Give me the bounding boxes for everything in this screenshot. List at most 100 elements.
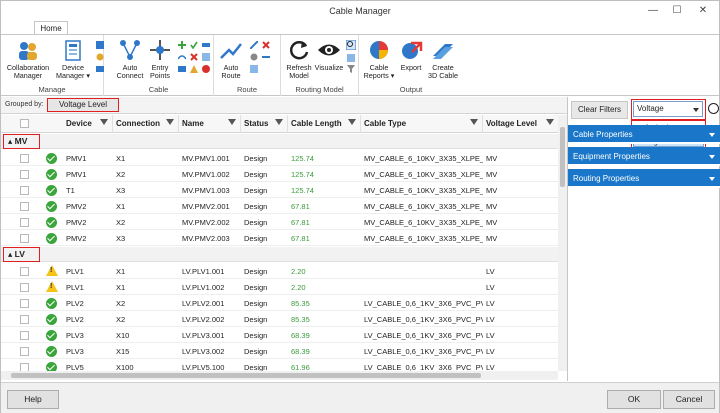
grouped-by-label: Grouped by: bbox=[5, 101, 44, 108]
vertical-scroll-thumb[interactable] bbox=[560, 127, 565, 187]
layers-small-icon[interactable] bbox=[347, 54, 355, 62]
export-button[interactable]: Export bbox=[397, 38, 425, 72]
filter-icon[interactable] bbox=[275, 119, 283, 125]
cable-reports-button[interactable]: Cable Reports ▾ bbox=[363, 38, 395, 80]
select-all-checkbox[interactable] bbox=[20, 119, 29, 128]
table-row[interactable]: PMV2 X3 MV.PMV2.003 Design 67.81 MV_CABLE_6_1… bbox=[1, 231, 561, 246]
list-small-icon[interactable] bbox=[96, 65, 104, 73]
panel-routing-properties[interactable]: Routing Properties bbox=[568, 169, 720, 188]
filter-icon[interactable] bbox=[228, 119, 236, 125]
visualize-button[interactable]: Visualize bbox=[313, 38, 345, 72]
ribbon-group-cable: Auto Connect Entry Points Cable bbox=[104, 35, 214, 96]
group-label[interactable]: ▴ LV bbox=[3, 247, 40, 262]
filter-icon[interactable] bbox=[546, 119, 554, 125]
edit-small-icon[interactable] bbox=[202, 53, 210, 61]
col-status[interactable]: Status bbox=[241, 115, 288, 133]
table-row[interactable]: PMV2 X2 MV.PMV2.002 Design 67.81 MV_CABLE_6_1… bbox=[1, 215, 561, 230]
view-select[interactable]: Voltage bbox=[633, 101, 703, 117]
route-check-small-icon[interactable] bbox=[250, 65, 258, 73]
clear-filters-button[interactable]: Clear Filters bbox=[571, 101, 628, 119]
collaboration-manager-button[interactable]: Collaboration Manager bbox=[5, 38, 51, 80]
route-settings-small-icon[interactable] bbox=[250, 53, 258, 61]
table-row[interactable]: ! PLV1 X1 LV.PLV1.002 Design 2.20 LV bbox=[1, 280, 561, 295]
col-device[interactable]: Device bbox=[63, 115, 113, 133]
row-checkbox[interactable] bbox=[20, 315, 29, 324]
row-checkbox[interactable] bbox=[20, 154, 29, 163]
cell-type: MV_CABLE_6_10KV_3X35_XLPE_PVC bbox=[364, 186, 483, 195]
row-checkbox[interactable] bbox=[20, 331, 29, 340]
link-small-icon[interactable] bbox=[202, 41, 210, 49]
chevron-down-icon bbox=[693, 108, 699, 112]
col-cable-type[interactable]: Cable Type bbox=[361, 115, 483, 133]
route-delete-small-icon[interactable] bbox=[262, 41, 270, 49]
close-icon[interactable]: ✕ bbox=[689, 1, 717, 21]
col-cable-length[interactable]: Cable Length bbox=[288, 115, 361, 133]
filter-small-icon[interactable] bbox=[347, 65, 355, 73]
filter-icon[interactable] bbox=[470, 119, 478, 125]
grid-small-icon[interactable] bbox=[96, 41, 104, 49]
table-row[interactable]: PLV3 X10 LV.PLV3.001 Design 68.39 LV_CABLE_0,… bbox=[1, 328, 561, 343]
refresh-model-button[interactable]: Refresh Model bbox=[284, 38, 314, 80]
maximize-icon[interactable]: ☐ bbox=[663, 1, 691, 21]
filter-icon[interactable] bbox=[348, 119, 356, 125]
row-checkbox[interactable] bbox=[20, 170, 29, 179]
group-row-lv[interactable]: ▴ LV bbox=[1, 247, 561, 262]
table-row[interactable]: ! PLV1 X1 LV.PLV1.001 Design 2.20 LV bbox=[1, 264, 561, 279]
cancel-button[interactable]: Cancel bbox=[663, 390, 715, 409]
delete-small-icon[interactable] bbox=[190, 53, 198, 61]
gear-small-icon[interactable] bbox=[96, 53, 104, 61]
visibility-icon[interactable] bbox=[708, 103, 719, 114]
table-row[interactable]: PLV3 X15 LV.PLV3.002 Design 68.39 LV_CABLE_0,… bbox=[1, 344, 561, 359]
zoom-small-icon[interactable] bbox=[346, 40, 356, 50]
tag-small-icon[interactable] bbox=[178, 65, 186, 73]
group-name: MV bbox=[14, 136, 28, 146]
table-row[interactable]: PLV5 X100 LV.PLV5.100 Design 61.96 LV_CABLE_0… bbox=[1, 360, 561, 371]
table-row[interactable]: PMV2 X1 MV.PMV2.001 Design 67.81 MV_CABLE_6_1… bbox=[1, 199, 561, 214]
warning-small-icon[interactable] bbox=[190, 65, 198, 73]
horizontal-scrollbar[interactable] bbox=[1, 371, 558, 380]
col-connection[interactable]: Connection bbox=[113, 115, 179, 133]
check-small-icon[interactable] bbox=[190, 41, 198, 49]
table-row[interactable]: PMV1 X1 MV.PMV1.001 Design 125.74 MV_CABLE_6_… bbox=[1, 151, 561, 166]
help-button[interactable]: Help bbox=[7, 390, 59, 409]
row-checkbox[interactable] bbox=[20, 234, 29, 243]
create-3d-cable-button[interactable]: Create 3D Cable bbox=[425, 38, 461, 80]
group-row-mv[interactable]: ▴ MV bbox=[1, 134, 561, 149]
panel-cable-properties[interactable]: Cable Properties bbox=[568, 125, 720, 144]
cell-voltage: LV bbox=[486, 315, 495, 324]
ok-button[interactable]: OK bbox=[607, 390, 661, 409]
row-checkbox[interactable] bbox=[20, 283, 29, 292]
auto-connect-button[interactable]: Auto Connect bbox=[114, 38, 146, 80]
entry-points-button[interactable]: Entry Points bbox=[145, 38, 175, 80]
col-name[interactable]: Name bbox=[179, 115, 241, 133]
table-row[interactable]: PMV1 X2 MV.PMV1.002 Design 125.74 MV_CABLE_6_… bbox=[1, 167, 561, 182]
row-checkbox[interactable] bbox=[20, 347, 29, 356]
vertical-scrollbar[interactable] bbox=[558, 115, 567, 371]
table-row[interactable]: T1 X3 MV.PMV1.003 Design 125.74 MV_CABLE_6_10… bbox=[1, 183, 561, 198]
row-checkbox[interactable] bbox=[20, 186, 29, 195]
horizontal-scroll-thumb[interactable] bbox=[11, 373, 481, 378]
row-checkbox[interactable] bbox=[20, 363, 29, 371]
filter-icon[interactable] bbox=[166, 119, 174, 125]
device-manager-button[interactable]: Device Manager ▾ bbox=[53, 38, 93, 80]
wire-small-icon[interactable] bbox=[178, 53, 186, 61]
route-path-small-icon[interactable] bbox=[262, 53, 270, 61]
table-row[interactable]: PLV2 X2 LV.PLV2.002 Design 85.35 LV_CABLE_0,6… bbox=[1, 312, 561, 327]
group-label[interactable]: ▴ MV bbox=[3, 134, 40, 149]
row-checkbox[interactable] bbox=[20, 218, 29, 227]
col-voltage-level[interactable]: Voltage Level bbox=[483, 115, 559, 133]
table-row[interactable]: PLV2 X2 LV.PLV2.001 Design 85.35 LV_CABLE_0,6… bbox=[1, 296, 561, 311]
row-checkbox[interactable] bbox=[20, 299, 29, 308]
route-edit-small-icon[interactable] bbox=[250, 41, 258, 49]
stop-small-icon[interactable] bbox=[202, 65, 210, 73]
filter-icon[interactable] bbox=[100, 119, 108, 125]
check-icon bbox=[46, 169, 57, 180]
tab-home[interactable]: Home bbox=[34, 21, 68, 35]
row-checkbox[interactable] bbox=[20, 202, 29, 211]
auto-route-button[interactable]: Auto Route bbox=[217, 38, 245, 80]
group-chip-voltage-level[interactable]: Voltage Level bbox=[47, 98, 119, 112]
add-small-icon[interactable] bbox=[178, 41, 186, 49]
row-checkbox[interactable] bbox=[20, 267, 29, 276]
panel-equipment-properties[interactable]: Equipment Properties bbox=[568, 147, 720, 166]
view-select-wrapper: Voltage bbox=[631, 99, 706, 120]
